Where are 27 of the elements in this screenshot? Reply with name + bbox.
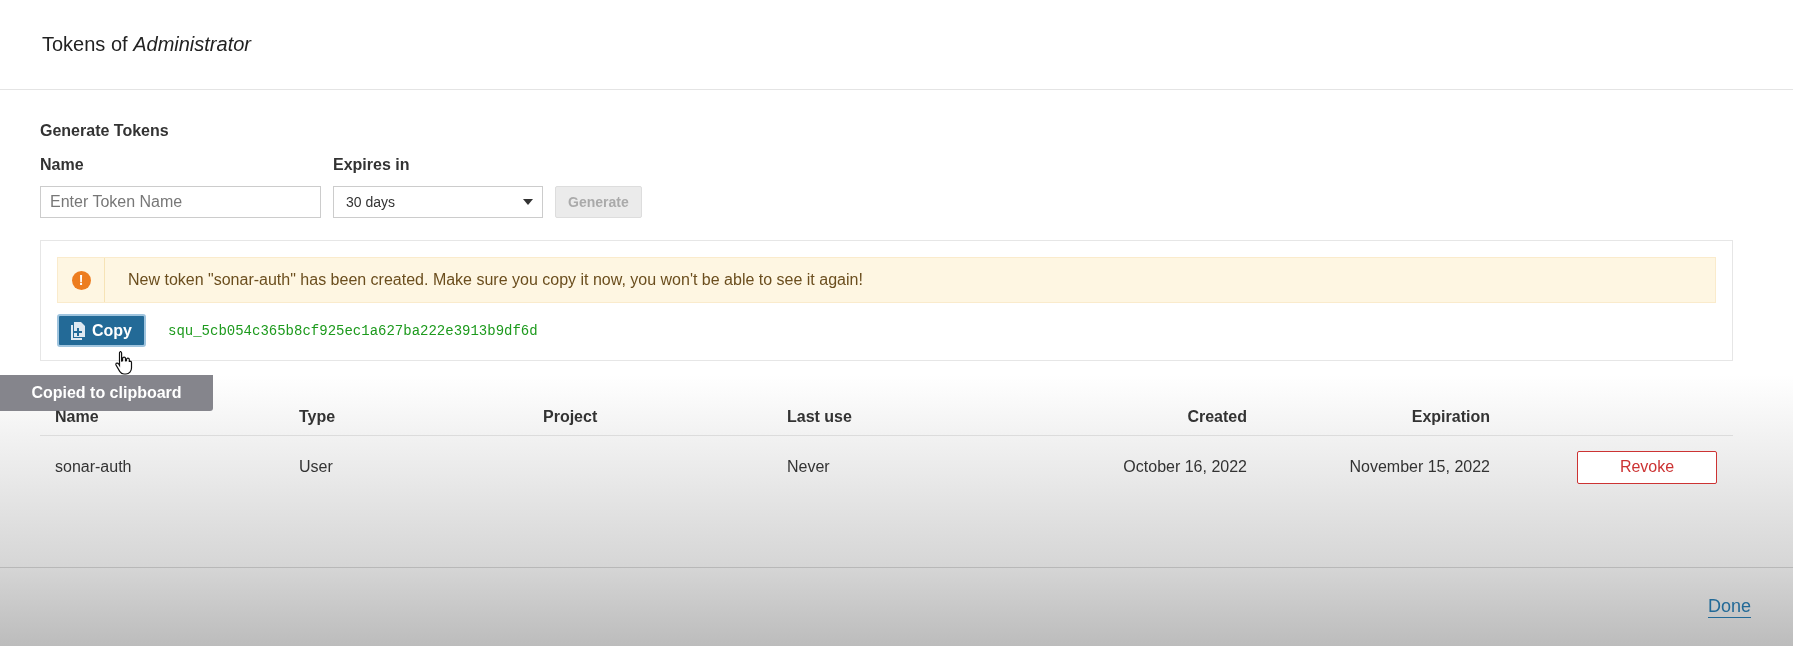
column-header: Last use (787, 408, 852, 426)
caret-icon (523, 199, 533, 205)
column-header: Expiration (1411, 408, 1490, 426)
revoke-button[interactable]: Revoke (1577, 450, 1717, 484)
copied-tooltip: Copied to clipboard (0, 375, 213, 411)
expiry-select[interactable]: 30 days (333, 186, 543, 218)
token-name-field[interactable]: Enter Token Name (40, 186, 321, 218)
alert-message: New token "sonar-auth" has been created. Make sure you copy it now, you won't be able to see it again! (127, 271, 863, 289)
token-value: squ_5cb054c365b8cf925ec1a627ba222e3913b9df6d (168, 322, 538, 339)
table-cell: November 15, 2022 (1349, 458, 1490, 476)
field-label: Name (40, 156, 85, 174)
hand-cursor-icon (115, 350, 135, 376)
column-header: Created (1187, 408, 1247, 426)
table-cell: User (299, 458, 333, 476)
table-cell: October 16, 2022 (1123, 458, 1247, 476)
dialog-title: Tokens of Administrator (42, 33, 251, 56)
table-cell: sonar-auth (55, 458, 132, 476)
warning-icon: ! (71, 270, 91, 290)
copy-button[interactable]: Copy (57, 314, 146, 347)
done-link[interactable]: Done (1707, 596, 1751, 618)
section-heading: Generate Tokens (40, 122, 170, 140)
table-cell: Never (787, 458, 830, 476)
column-header: Type (299, 408, 336, 426)
column-header: Name (55, 408, 99, 426)
field-label: Expires in (333, 156, 411, 174)
clipboard-icon (71, 321, 85, 340)
column-header: Project (543, 408, 598, 426)
